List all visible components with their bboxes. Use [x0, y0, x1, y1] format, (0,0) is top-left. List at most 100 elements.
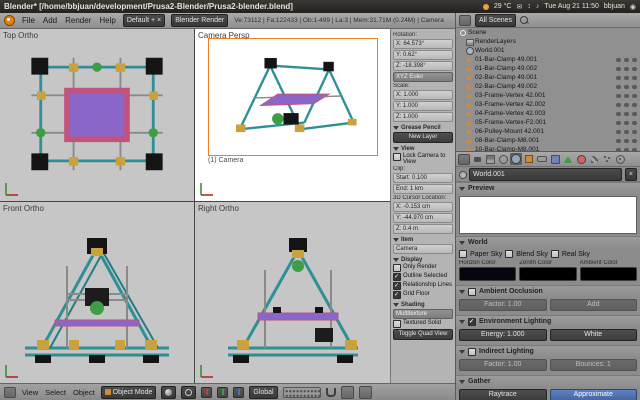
indirect-enable-checkbox[interactable]: [468, 348, 476, 356]
tab-object-data[interactable]: [562, 153, 574, 165]
shading-panel-header[interactable]: Shading: [393, 302, 453, 308]
visibility-eye-icon[interactable]: [616, 85, 621, 89]
clip-start-field[interactable]: Start: 0.100: [393, 173, 453, 183]
outline-selected-checkbox[interactable]: [393, 273, 401, 281]
grease-new-layer-button[interactable]: New Layer: [393, 132, 453, 143]
layers-grid[interactable]: [283, 387, 321, 398]
clock[interactable]: Tue Aug 21 11:50: [544, 3, 599, 10]
visibility-eye-icon[interactable]: [616, 58, 621, 62]
clip-end-field[interactable]: End: 1 km: [393, 184, 453, 194]
only-render-row[interactable]: Only Render: [393, 264, 453, 272]
sound-icon[interactable]: ♪: [536, 3, 540, 10]
manipulator-scale-button[interactable]: [233, 387, 244, 398]
outliner-row[interactable]: 10-Bar-Clamp-M8.001: [456, 145, 640, 152]
tab-modifiers[interactable]: [549, 153, 561, 165]
temperature-indicator[interactable]: 29 °C: [494, 3, 512, 10]
render-opengl-icon[interactable]: [341, 386, 354, 399]
render-engine-selector[interactable]: Blender Render: [171, 14, 228, 27]
mail-icon[interactable]: ✉: [516, 3, 522, 11]
lock-camera-checkbox[interactable]: [393, 153, 401, 161]
viewport-right-ortho[interactable]: Right Ortho: [195, 202, 390, 383]
manipulator-rotate-button[interactable]: [217, 387, 228, 398]
outliner-display-mode-dropdown[interactable]: All Scenes: [475, 14, 516, 27]
tab-constraints[interactable]: [536, 153, 548, 165]
rotation-z-field[interactable]: Z: -18.398°: [393, 61, 453, 71]
grid-floor-row[interactable]: Grid Floor: [393, 291, 453, 299]
outliner-row[interactable]: 06-Pulley-Mount 42.001: [456, 127, 640, 136]
menu-select[interactable]: Select: [44, 388, 67, 397]
selectable-icon[interactable]: [624, 130, 629, 134]
outliner-row[interactable]: World.001: [456, 46, 640, 55]
indirect-bounces-field[interactable]: Bounces: 1: [550, 359, 638, 371]
menu-object[interactable]: Object: [72, 388, 96, 397]
relationship-lines-row[interactable]: Relationship Lines: [393, 282, 453, 290]
camera-frame[interactable]: [208, 38, 378, 156]
real-sky-checkbox[interactable]: [551, 250, 559, 258]
cursor-y-field[interactable]: Y: -44.970 cm: [393, 213, 453, 223]
rotation-y-field[interactable]: Y: 0.62°: [393, 50, 453, 60]
user-menu[interactable]: bbjuan: [604, 3, 625, 10]
add-scene-icon[interactable]: +: [151, 17, 155, 24]
outliner-row[interactable]: 02-Bar-Clamp 49.001: [456, 73, 640, 82]
visibility-eye-icon[interactable]: [616, 94, 621, 98]
selectable-icon[interactable]: [624, 94, 629, 98]
render-restrict-icon[interactable]: [632, 103, 637, 107]
world-panel-header[interactable]: World: [456, 237, 640, 248]
unlink-scene-icon[interactable]: ×: [157, 17, 161, 24]
viewport-quad-area[interactable]: Top Ortho: [0, 29, 390, 383]
selectable-icon[interactable]: [624, 76, 629, 80]
indirect-factor-slider[interactable]: Factor: 1.00: [459, 359, 547, 371]
printer-model-top-view[interactable]: [7, 39, 187, 189]
outliner-row-scene[interactable]: Scene: [456, 28, 640, 37]
indirect-panel-header[interactable]: Indirect Lighting: [456, 346, 640, 357]
render-restrict-icon[interactable]: [632, 58, 637, 62]
textured-solid-checkbox[interactable]: [393, 320, 401, 328]
render-restrict-icon[interactable]: [632, 148, 637, 152]
selectable-icon[interactable]: [624, 85, 629, 89]
viewport-shading-dropdown[interactable]: [161, 386, 176, 399]
visibility-eye-icon[interactable]: [616, 121, 621, 125]
weather-icon[interactable]: [483, 4, 489, 10]
world-name-field[interactable]: World.001: [469, 168, 622, 181]
outliner-row[interactable]: 01-Bar-Clamp 49.001: [456, 55, 640, 64]
selectable-icon[interactable]: [624, 121, 629, 125]
relationship-lines-checkbox[interactable]: [393, 282, 401, 290]
render-restrict-icon[interactable]: [632, 76, 637, 80]
gather-panel-header[interactable]: Gather: [456, 376, 640, 387]
ambient-color-swatch[interactable]: [580, 267, 637, 281]
ao-enable-checkbox[interactable]: [468, 288, 476, 296]
only-render-checkbox[interactable]: [393, 264, 401, 272]
viewport-divider-vertical[interactable]: [194, 29, 195, 383]
cursor-x-field[interactable]: X: -0.153 cm: [393, 202, 453, 212]
outliner-row[interactable]: 03-Frame-Vertex 42.002: [456, 100, 640, 109]
shading-mode-dropdown[interactable]: Multitexture: [393, 309, 453, 319]
tab-material[interactable]: [575, 153, 587, 165]
paper-sky-checkbox[interactable]: [459, 250, 467, 258]
gather-raytrace-button[interactable]: Raytrace: [459, 389, 547, 400]
selectable-icon[interactable]: [624, 148, 629, 152]
visibility-eye-icon[interactable]: [616, 76, 621, 80]
ao-factor-slider[interactable]: Factor: 1.00: [459, 299, 547, 311]
env-enable-checkbox[interactable]: [468, 318, 476, 326]
render-restrict-icon[interactable]: [632, 112, 637, 116]
selectable-icon[interactable]: [624, 139, 629, 143]
blend-sky-checkbox[interactable]: [505, 250, 513, 258]
rotation-mode-dropdown[interactable]: XYZ Euler: [393, 72, 453, 82]
menu-view[interactable]: View: [21, 388, 39, 397]
item-panel-header[interactable]: Item: [393, 237, 453, 243]
visibility-eye-icon[interactable]: [616, 112, 621, 116]
outliner-editor-type-icon[interactable]: [459, 15, 471, 26]
view3d-n-panel[interactable]: Rotation: X: 64.573° Y: 0.62° Z: -18.398…: [390, 29, 455, 383]
render-restrict-icon[interactable]: [632, 94, 637, 98]
outliner-row[interactable]: RenderLayers: [456, 37, 640, 46]
transform-orientation-dropdown[interactable]: Global: [249, 386, 277, 399]
render-restrict-icon[interactable]: [632, 121, 637, 125]
unlink-world-button[interactable]: ×: [625, 168, 637, 181]
textured-solid-row[interactable]: Textured Solid: [393, 320, 453, 328]
printer-model-front-view[interactable]: [7, 208, 187, 378]
outliner-row[interactable]: 03-Frame-Vertex 42.001: [456, 91, 640, 100]
view-panel-header[interactable]: View: [393, 146, 453, 152]
view3d-editor-type-icon[interactable]: [4, 387, 16, 398]
visibility-eye-icon[interactable]: [616, 148, 621, 152]
visibility-eye-icon[interactable]: [616, 130, 621, 134]
